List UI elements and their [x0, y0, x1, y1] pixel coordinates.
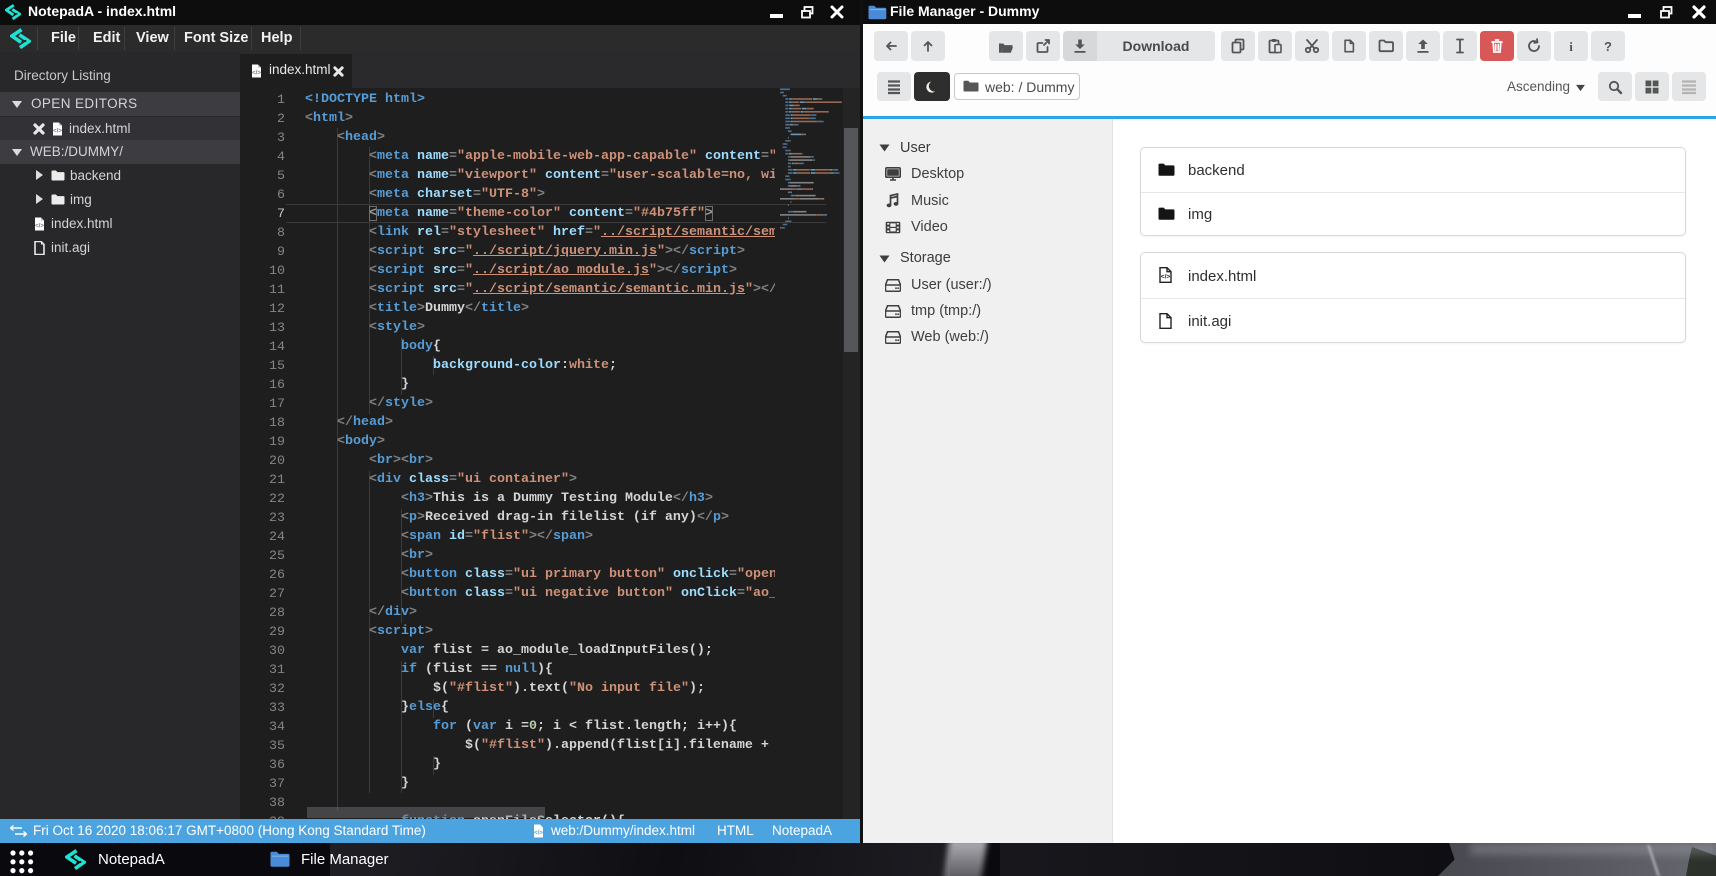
- svg-text:</>: </>: [534, 831, 543, 837]
- svg-text:</>: </>: [252, 71, 261, 77]
- svg-text:</>: </>: [53, 129, 62, 135]
- svg-text:?: ?: [1604, 39, 1612, 54]
- svg-text:</>: </>: [1161, 274, 1171, 281]
- svg-text:i: i: [1569, 39, 1573, 54]
- svg-text:</>: </>: [35, 224, 44, 230]
